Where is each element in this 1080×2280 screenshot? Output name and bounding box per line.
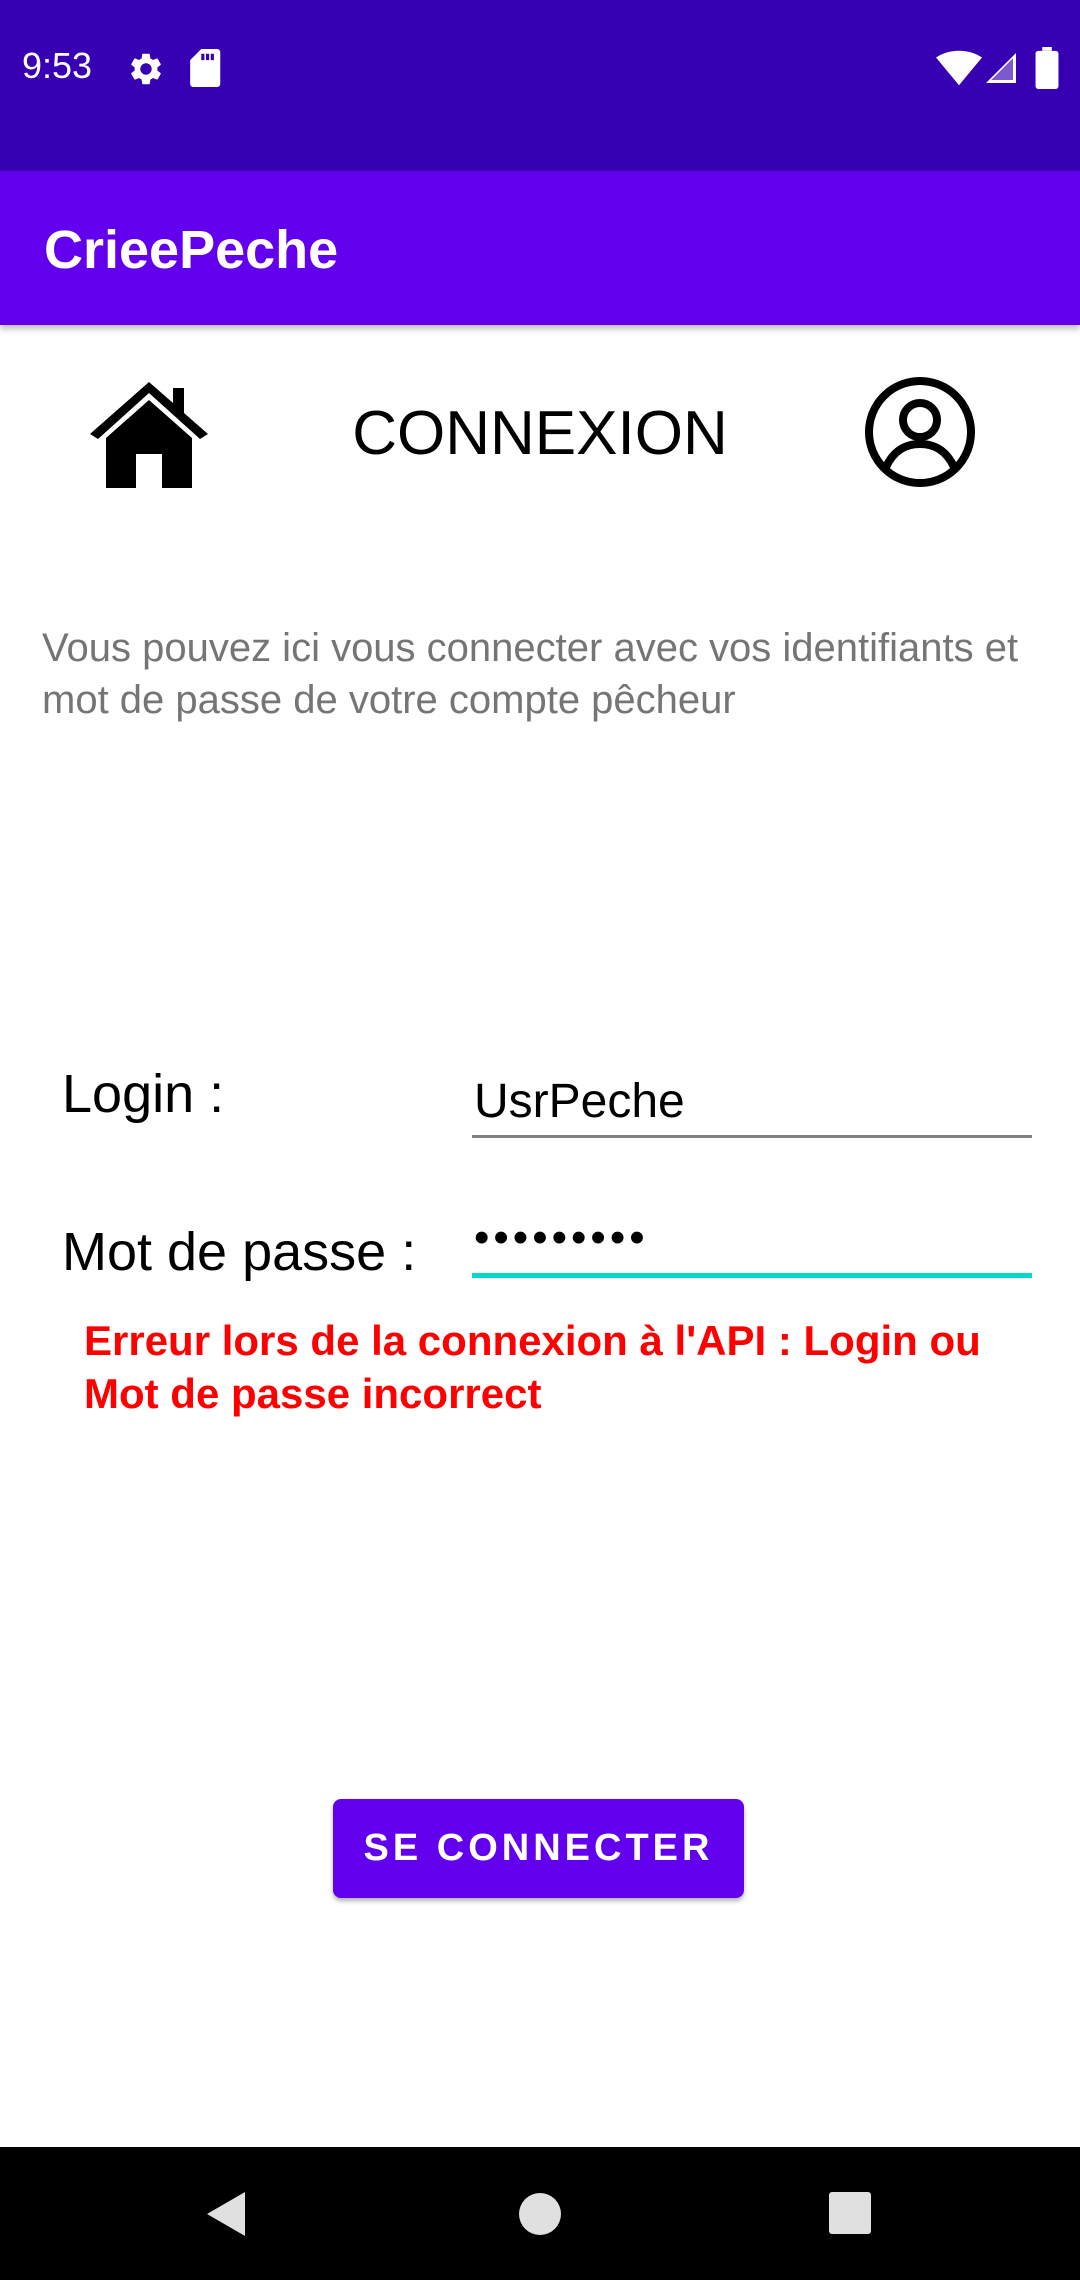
intro-text: Vous pouvez ici vous connecter avec vos … [42,626,1019,722]
battery-icon [1035,47,1059,89]
account-circle-icon[interactable] [864,376,976,488]
recents-icon[interactable] [829,2192,871,2234]
login-field-underline [472,1135,1032,1138]
navigation-bar [0,2147,1080,2280]
password-field-underline [472,1273,1032,1278]
app-title: CrieePeche [44,220,339,280]
sd-card-icon [190,49,221,87]
home-circle-icon[interactable] [518,2192,562,2236]
gear-icon [131,53,161,85]
status-time: 9:53 [22,45,93,86]
signal-icon [986,53,1016,83]
password-field[interactable]: ••••••••• [472,1210,1032,1278]
back-icon[interactable] [205,2190,247,2238]
app-bar: CrieePeche [0,171,1080,325]
login-button[interactable]: SE CONNECTER [333,1799,744,1898]
login-label: Login : [62,1064,225,1124]
password-label: Mot de passe : [62,1222,417,1282]
page-title: CONNEXION [352,399,728,468]
wifi-icon [936,50,982,86]
status-bar: 9:53 [0,0,1080,171]
home-icon[interactable] [86,376,212,488]
login-field[interactable] [472,1068,1032,1136]
error-message: Erreur lors de la connexion à l'API : Lo… [84,1317,981,1417]
